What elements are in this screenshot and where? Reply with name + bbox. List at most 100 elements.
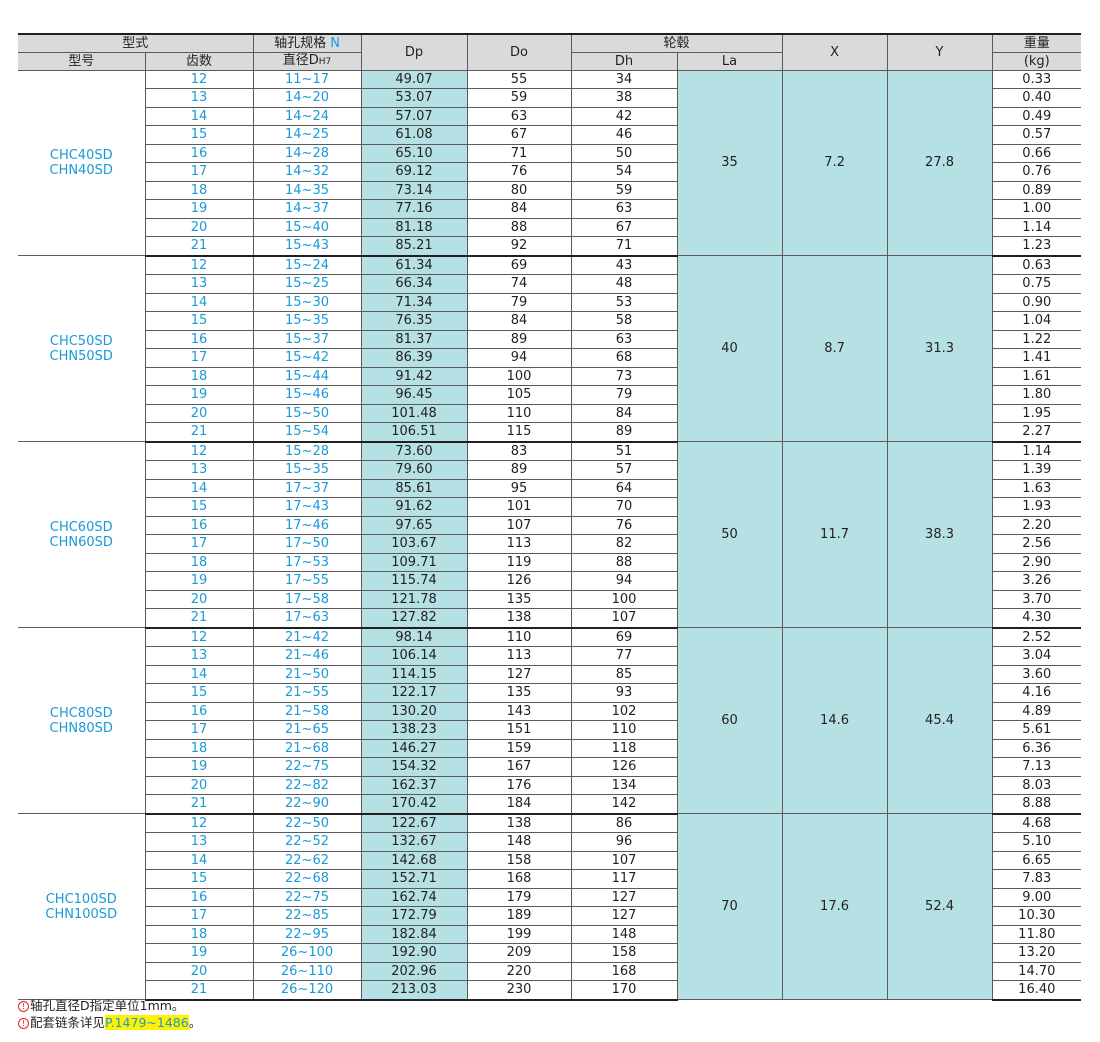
teeth-cell: 16 [145,888,254,907]
bore-cell: 11~17 [252,70,362,89]
model-name-chn: CHN40SD [49,162,113,178]
bore-cell: 14~37 [252,199,362,219]
weight-cell: 4.16 [991,683,1082,703]
y-cell: 45.4 [886,627,993,814]
dp-cell: 86.39 [360,348,468,368]
dp-cell: 130.20 [360,702,468,721]
dp-cell: 73.60 [360,441,468,461]
teeth-cell: 12 [144,813,254,833]
do-cell: 148 [466,832,572,852]
weight-cell: 0.90 [991,293,1082,312]
bore-cell: 21~65 [252,720,362,740]
weight-cell: 7.13 [991,757,1082,777]
la-cell: 35 [676,70,783,256]
weight-cell: 8.88 [991,794,1082,815]
do-cell: 115 [466,422,572,443]
dh-cell: 76 [570,516,678,535]
do-cell: 209 [466,943,572,963]
dh-cell: 51 [570,441,678,461]
model-cell: CHC60SD CHN60SD [18,441,146,628]
weight-cell: 0.57 [991,125,1082,145]
teeth-cell: 16 [145,516,254,535]
dp-cell: 162.74 [360,888,468,907]
dp-cell: 76.35 [360,311,468,331]
x-cell: 11.7 [781,441,888,628]
table-row: CHC100SD CHN100SD 12 22~50 122.67 138 86 70 17.6… [18,813,1082,1000]
teeth-cell: 19 [145,199,254,219]
model-name-chn: CHN80SD [49,720,113,736]
do-cell: 110 [466,404,572,423]
bore-cell: 17~58 [252,590,362,609]
teeth-cell: 21 [145,236,254,257]
model-name-chc: CHC60SD [49,519,113,535]
header-weight: 重量 [991,33,1082,53]
bore-cell: 15~28 [252,441,362,461]
bore-cell: 15~54 [252,422,362,443]
teeth-cell: 19 [145,571,254,591]
weight-cell: 3.26 [991,571,1082,591]
dp-cell: 103.67 [360,534,468,554]
dh-cell: 158 [570,943,678,963]
teeth-cell: 15 [145,869,254,889]
model-name-chn: CHN50SD [49,348,113,364]
teeth-cell: 19 [145,943,254,963]
teeth-cell: 15 [145,497,254,517]
weight-cell: 1.61 [991,367,1082,386]
weight-cell: 2.27 [991,422,1082,443]
bore-cell: 26~100 [252,943,362,963]
do-cell: 76 [466,162,572,182]
dp-cell: 81.18 [360,218,468,237]
dh-cell: 89 [570,422,678,443]
do-cell: 79 [466,293,572,312]
dh-cell: 117 [570,869,678,889]
dh-cell: 93 [570,683,678,703]
dh-cell: 69 [570,627,678,647]
bore-cell: 26~110 [252,962,362,981]
weight-cell: 0.40 [991,88,1082,108]
bore-cell: 15~50 [252,404,362,423]
do-cell: 89 [466,460,572,480]
dh-cell: 100 [570,590,678,609]
dp-cell: 122.67 [360,813,468,833]
dp-cell: 98.14 [360,627,468,647]
weight-cell: 1.00 [991,199,1082,219]
dp-cell: 66.34 [360,274,468,294]
weight-cell: 4.30 [991,608,1082,629]
teeth-cell: 21 [145,422,254,443]
bore-cell: 15~30 [252,293,362,312]
bore-cell: 21~58 [252,702,362,721]
teeth-cell: 20 [145,590,254,609]
bore-cell: 17~37 [252,479,362,498]
weight-cell: 2.20 [991,516,1082,535]
chain-page-link[interactable]: P.1479~1486 [105,1015,189,1030]
do-cell: 92 [466,236,572,257]
do-cell: 159 [466,739,572,758]
model-cell: CHC40SD CHN40SD [18,70,146,256]
teeth-cell: 20 [145,218,254,237]
header-x: X [781,33,888,71]
dp-cell: 213.03 [360,980,468,1001]
weight-cell: 10.30 [991,906,1082,926]
bore-cell: 14~28 [252,144,362,163]
bore-cell: 17~43 [252,497,362,517]
bore-cell: 21~46 [252,646,362,666]
bore-cell: 22~82 [252,776,362,795]
bore-cell: 22~52 [252,832,362,852]
note-chain-ref: ! 配套链条详见P.1479~1486。 [18,1014,201,1031]
dh-cell: 127 [570,906,678,926]
teeth-cell: 13 [145,646,254,666]
bore-cell: 17~50 [252,534,362,554]
teeth-cell: 12 [144,441,254,461]
do-cell: 67 [466,125,572,145]
bore-cell: 17~46 [252,516,362,535]
model-name-chn: CHN100SD [45,906,118,922]
bore-cell: 21~55 [252,683,362,703]
header-hub-group: 轮毂 [570,33,783,53]
teeth-cell: 15 [145,683,254,703]
do-cell: 151 [466,720,572,740]
header-bore-spec: 轴孔规格 N [252,33,362,53]
do-cell: 143 [466,702,572,721]
bore-cell: 21~42 [252,627,362,647]
dp-cell: 97.65 [360,516,468,535]
do-cell: 59 [466,88,572,108]
